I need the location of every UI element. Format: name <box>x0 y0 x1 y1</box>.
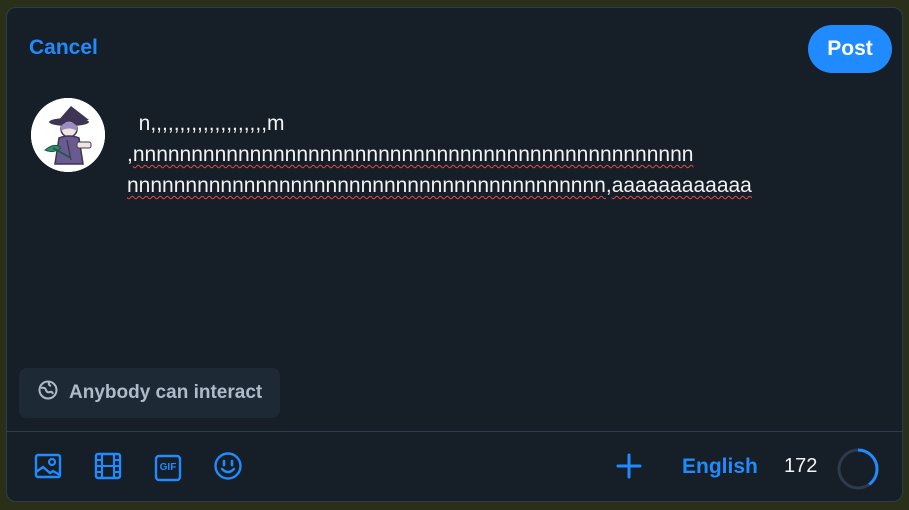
emoji-icon <box>213 451 243 486</box>
plus-icon <box>614 451 644 486</box>
composer-line-3-word-2: aaaaaaaaaaaa <box>611 174 752 197</box>
composer-line-2-word: nnnnnnnnnnnnnnnnnnnnnnnnnnnnnnnnnnnnnnnn… <box>132 143 694 166</box>
composer-line-1: n,,,,,,,,,,,,,,,,,,,,m <box>127 112 285 135</box>
avatar-image <box>31 98 105 172</box>
add-emoji-button[interactable] <box>211 451 245 485</box>
add-image-button[interactable] <box>31 451 65 485</box>
video-icon <box>93 451 123 486</box>
compose-dialog: Cancel Post n,,,,,,,,,,,,,,,,,,,,m ,nnnn… <box>6 7 903 502</box>
image-icon <box>33 451 63 486</box>
avatar <box>31 98 105 172</box>
gif-icon-text: GIF <box>159 462 177 473</box>
interaction-settings-label: Anybody can interact <box>69 382 263 403</box>
character-count: 172 <box>784 455 818 477</box>
globe-icon <box>37 379 59 407</box>
post-text-editor[interactable]: n,,,,,,,,,,,,,,,,,,,,m ,nnnnnnnnnnnnnnnn… <box>127 108 877 201</box>
language-selector[interactable]: English <box>682 455 758 479</box>
toolbar-divider <box>7 431 902 432</box>
add-gif-button[interactable]: GIF <box>151 451 185 485</box>
cancel-button[interactable]: Cancel <box>29 36 98 60</box>
add-thread-post-button[interactable] <box>612 451 646 485</box>
composer-line-3-word-1: nnnnnnnnnnnnnnnnnnnnnnnnnnnnnnnnnnnnnnnn… <box>127 174 606 197</box>
character-progress-ring <box>837 448 879 490</box>
gif-icon: GIF <box>153 453 183 483</box>
post-button[interactable]: Post <box>808 25 892 73</box>
add-video-button[interactable] <box>91 451 125 485</box>
interaction-settings-button[interactable]: Anybody can interact <box>19 368 281 418</box>
